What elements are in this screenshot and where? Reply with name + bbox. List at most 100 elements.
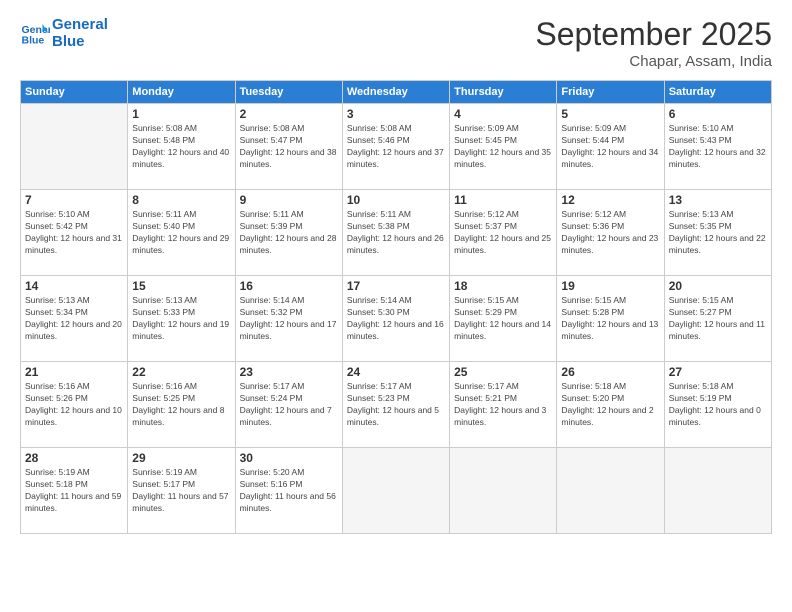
logo-line2: Blue bbox=[52, 33, 108, 50]
weekday-header-row: SundayMondayTuesdayWednesdayThursdayFrid… bbox=[21, 81, 772, 104]
day-info: Sunrise: 5:20 AMSunset: 5:16 PMDaylight:… bbox=[240, 467, 338, 515]
calendar-cell: 27Sunrise: 5:18 AMSunset: 5:19 PMDayligh… bbox=[664, 362, 771, 448]
day-number: 11 bbox=[454, 193, 552, 207]
day-number: 1 bbox=[132, 107, 230, 121]
calendar-cell: 11 Sunrise: 5:12 AMSunset: 5:37 PMDayligh… bbox=[450, 190, 557, 276]
day-number: 23 bbox=[240, 365, 338, 379]
calendar-cell: 2 Sunrise: 5:08 AMSunset: 5:47 PMDaylight… bbox=[235, 104, 342, 190]
day-info: Sunrise: 5:13 AMSunset: 5:33 PMDaylight:… bbox=[132, 295, 230, 343]
day-number: 24 bbox=[347, 365, 445, 379]
calendar-cell: 29Sunrise: 5:19 AMSunset: 5:17 PMDayligh… bbox=[128, 448, 235, 534]
weekday-header-thursday: Thursday bbox=[450, 81, 557, 104]
day-info: Sunrise: 5:11 AMSunset: 5:40 PMDaylight:… bbox=[132, 209, 230, 257]
day-info: Sunrise: 5:15 AMSunset: 5:28 PMDaylight:… bbox=[561, 295, 659, 343]
month-title: September 2025 bbox=[535, 16, 772, 53]
calendar-cell: 18 Sunrise: 5:15 AMSunset: 5:29 PMDayligh… bbox=[450, 276, 557, 362]
day-info: Sunrise: 5:18 AMSunset: 5:20 PMDaylight:… bbox=[561, 381, 659, 429]
week-row-4: 21Sunrise: 5:16 AMSunset: 5:26 PMDayligh… bbox=[21, 362, 772, 448]
calendar-cell: 25Sunrise: 5:17 AMSunset: 5:21 PMDayligh… bbox=[450, 362, 557, 448]
calendar-cell: 9 Sunrise: 5:11 AMSunset: 5:39 PMDaylight… bbox=[235, 190, 342, 276]
calendar-cell: 23 Sunrise: 5:17 AMSunset: 5:24 PMDayligh… bbox=[235, 362, 342, 448]
day-info: Sunrise: 5:15 AMSunset: 5:27 PMDaylight:… bbox=[669, 295, 767, 343]
day-info: Sunrise: 5:10 AMSunset: 5:43 PMDaylight:… bbox=[669, 123, 767, 171]
calendar-cell: 19 Sunrise: 5:15 AMSunset: 5:28 PMDayligh… bbox=[557, 276, 664, 362]
svg-text:Blue: Blue bbox=[22, 35, 45, 47]
weekday-header-wednesday: Wednesday bbox=[342, 81, 449, 104]
calendar-cell: 16 Sunrise: 5:14 AMSunset: 5:32 PMDayligh… bbox=[235, 276, 342, 362]
calendar-cell bbox=[557, 448, 664, 534]
day-info: Sunrise: 5:18 AMSunset: 5:19 PMDaylight:… bbox=[669, 381, 767, 429]
week-row-2: 7 Sunrise: 5:10 AMSunset: 5:42 PMDaylight… bbox=[21, 190, 772, 276]
calendar-cell: 3 Sunrise: 5:08 AMSunset: 5:46 PMDaylight… bbox=[342, 104, 449, 190]
calendar-cell bbox=[21, 104, 128, 190]
day-number: 8 bbox=[132, 193, 230, 207]
day-info: Sunrise: 5:12 AMSunset: 5:37 PMDaylight:… bbox=[454, 209, 552, 257]
day-number: 20 bbox=[669, 279, 767, 293]
location-subtitle: Chapar, Assam, India bbox=[535, 53, 772, 70]
calendar-cell: 21Sunrise: 5:16 AMSunset: 5:26 PMDayligh… bbox=[21, 362, 128, 448]
day-number: 2 bbox=[240, 107, 338, 121]
calendar-cell: 30 Sunrise: 5:20 AMSunset: 5:16 PMDayligh… bbox=[235, 448, 342, 534]
day-info: Sunrise: 5:14 AMSunset: 5:32 PMDaylight:… bbox=[240, 295, 338, 343]
weekday-header-monday: Monday bbox=[128, 81, 235, 104]
day-info: Sunrise: 5:15 AMSunset: 5:29 PMDaylight:… bbox=[454, 295, 552, 343]
day-info: Sunrise: 5:13 AMSunset: 5:35 PMDaylight:… bbox=[669, 209, 767, 257]
day-number: 13 bbox=[669, 193, 767, 207]
day-number: 18 bbox=[454, 279, 552, 293]
day-number: 10 bbox=[347, 193, 445, 207]
day-info: Sunrise: 5:19 AMSunset: 5:18 PMDaylight:… bbox=[25, 467, 123, 515]
day-number: 3 bbox=[347, 107, 445, 121]
calendar-cell bbox=[342, 448, 449, 534]
week-row-1: 1Sunrise: 5:08 AMSunset: 5:48 PMDaylight… bbox=[21, 104, 772, 190]
day-info: Sunrise: 5:11 AMSunset: 5:39 PMDaylight:… bbox=[240, 209, 338, 257]
day-info: Sunrise: 5:08 AMSunset: 5:47 PMDaylight:… bbox=[240, 123, 338, 171]
calendar-cell: 24 Sunrise: 5:17 AMSunset: 5:23 PMDayligh… bbox=[342, 362, 449, 448]
weekday-header-saturday: Saturday bbox=[664, 81, 771, 104]
calendar-table: SundayMondayTuesdayWednesdayThursdayFrid… bbox=[20, 80, 772, 534]
day-info: Sunrise: 5:12 AMSunset: 5:36 PMDaylight:… bbox=[561, 209, 659, 257]
day-number: 15 bbox=[132, 279, 230, 293]
day-info: Sunrise: 5:17 AMSunset: 5:23 PMDaylight:… bbox=[347, 381, 445, 429]
day-number: 4 bbox=[454, 107, 552, 121]
calendar-cell: 1Sunrise: 5:08 AMSunset: 5:48 PMDaylight… bbox=[128, 104, 235, 190]
calendar-cell: 14 Sunrise: 5:13 AMSunset: 5:34 PMDayligh… bbox=[21, 276, 128, 362]
day-number: 7 bbox=[25, 193, 123, 207]
calendar-cell: 4 Sunrise: 5:09 AMSunset: 5:45 PMDaylight… bbox=[450, 104, 557, 190]
logo-line1: General bbox=[52, 16, 108, 33]
day-info: Sunrise: 5:09 AMSunset: 5:45 PMDaylight:… bbox=[454, 123, 552, 171]
calendar-cell: 15 Sunrise: 5:13 AMSunset: 5:33 PMDayligh… bbox=[128, 276, 235, 362]
calendar-cell: 26 Sunrise: 5:18 AMSunset: 5:20 PMDayligh… bbox=[557, 362, 664, 448]
day-number: 28 bbox=[25, 451, 123, 465]
calendar-cell: 6 Sunrise: 5:10 AMSunset: 5:43 PMDaylight… bbox=[664, 104, 771, 190]
calendar-cell: 22 Sunrise: 5:16 AMSunset: 5:25 PMDayligh… bbox=[128, 362, 235, 448]
calendar-cell: 7 Sunrise: 5:10 AMSunset: 5:42 PMDaylight… bbox=[21, 190, 128, 276]
day-info: Sunrise: 5:17 AMSunset: 5:24 PMDaylight:… bbox=[240, 381, 338, 429]
day-info: Sunrise: 5:10 AMSunset: 5:42 PMDaylight:… bbox=[25, 209, 123, 257]
day-info: Sunrise: 5:16 AMSunset: 5:25 PMDaylight:… bbox=[132, 381, 230, 429]
calendar-cell bbox=[664, 448, 771, 534]
day-number: 22 bbox=[132, 365, 230, 379]
day-number: 6 bbox=[669, 107, 767, 121]
day-number: 14 bbox=[25, 279, 123, 293]
day-number: 16 bbox=[240, 279, 338, 293]
logo: General Blue General Blue bbox=[20, 16, 108, 50]
week-row-3: 14 Sunrise: 5:13 AMSunset: 5:34 PMDayligh… bbox=[21, 276, 772, 362]
day-info: Sunrise: 5:08 AMSunset: 5:46 PMDaylight:… bbox=[347, 123, 445, 171]
calendar-cell: 5Sunrise: 5:09 AMSunset: 5:44 PMDaylight… bbox=[557, 104, 664, 190]
day-number: 21 bbox=[25, 365, 123, 379]
day-number: 30 bbox=[240, 451, 338, 465]
calendar-cell: 13 Sunrise: 5:13 AMSunset: 5:35 PMDayligh… bbox=[664, 190, 771, 276]
day-info: Sunrise: 5:09 AMSunset: 5:44 PMDaylight:… bbox=[561, 123, 659, 171]
day-number: 9 bbox=[240, 193, 338, 207]
day-number: 29 bbox=[132, 451, 230, 465]
week-row-5: 28 Sunrise: 5:19 AMSunset: 5:18 PMDayligh… bbox=[21, 448, 772, 534]
calendar-cell: 28 Sunrise: 5:19 AMSunset: 5:18 PMDayligh… bbox=[21, 448, 128, 534]
page-header: General Blue General Blue September 2025… bbox=[20, 16, 772, 70]
day-number: 19 bbox=[561, 279, 659, 293]
calendar-cell: 8 Sunrise: 5:11 AMSunset: 5:40 PMDaylight… bbox=[128, 190, 235, 276]
title-area: September 2025 Chapar, Assam, India bbox=[535, 16, 772, 70]
day-info: Sunrise: 5:13 AMSunset: 5:34 PMDaylight:… bbox=[25, 295, 123, 343]
calendar-cell bbox=[450, 448, 557, 534]
day-number: 12 bbox=[561, 193, 659, 207]
day-number: 26 bbox=[561, 365, 659, 379]
